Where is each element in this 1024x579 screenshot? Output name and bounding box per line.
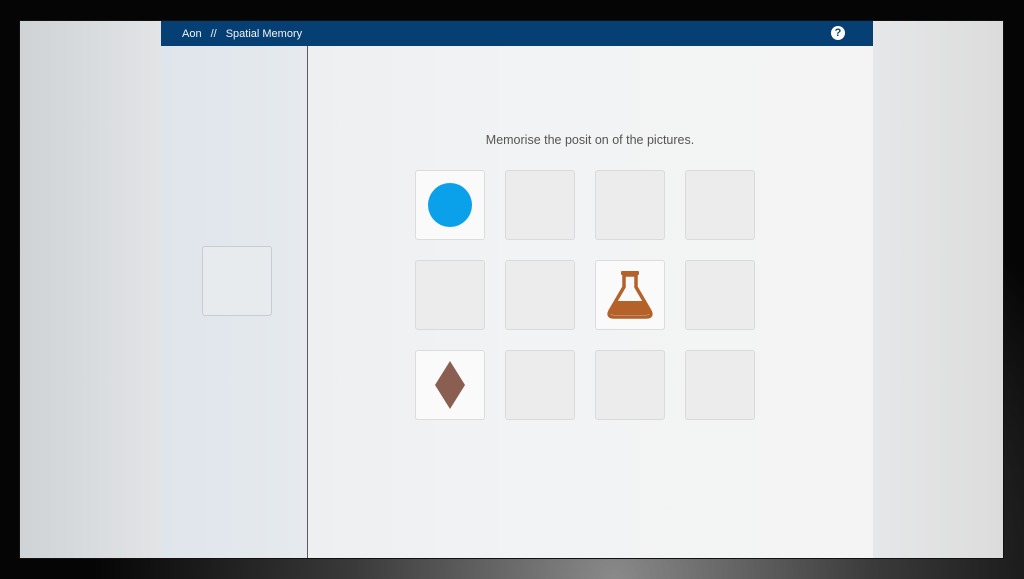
module-name: Spatial Memory: [225, 27, 303, 40]
grid-cell-1-2[interactable]: [505, 170, 575, 240]
diamond-icon: [435, 361, 465, 409]
grid-cell-1-4[interactable]: [685, 170, 755, 240]
grid-cell-3-1[interactable]: [415, 350, 485, 420]
memory-grid: [415, 170, 755, 420]
recall-slot[interactable]: [202, 246, 272, 316]
question-circle-icon[interactable]: ?: [831, 26, 845, 40]
grid-cell-3-3[interactable]: [595, 350, 665, 420]
grid-cell-2-3[interactable]: [595, 260, 665, 330]
grid-cell-3-2[interactable]: [505, 350, 575, 420]
right-margin: [873, 21, 1003, 558]
circle-icon: [428, 183, 472, 227]
spatial-memory-app: Aon // Spatial Memory ? Memorise the pos…: [161, 21, 873, 558]
grid-cell-3-4[interactable]: [685, 350, 755, 420]
grid-cell-1-3[interactable]: [595, 170, 665, 240]
app-name: Aon: [182, 27, 202, 40]
left-margin: [20, 21, 161, 558]
grid-cell-2-4[interactable]: [685, 260, 755, 330]
flask-icon: [607, 271, 653, 319]
header-bar: Aon // Spatial Memory ?: [161, 21, 873, 46]
breadcrumb-separator: //: [210, 27, 217, 40]
app-window: Aon // Spatial Memory ? Memorise the pos…: [20, 21, 1003, 558]
grid-cell-2-1[interactable]: [415, 260, 485, 330]
recall-panel: [161, 46, 308, 558]
grid-cell-1-1[interactable]: [415, 170, 485, 240]
grid-cell-2-2[interactable]: [505, 260, 575, 330]
breadcrumb: Aon // Spatial Memory: [161, 28, 302, 40]
instruction-text: Memorise the posit on of the pictures.: [485, 133, 695, 147]
